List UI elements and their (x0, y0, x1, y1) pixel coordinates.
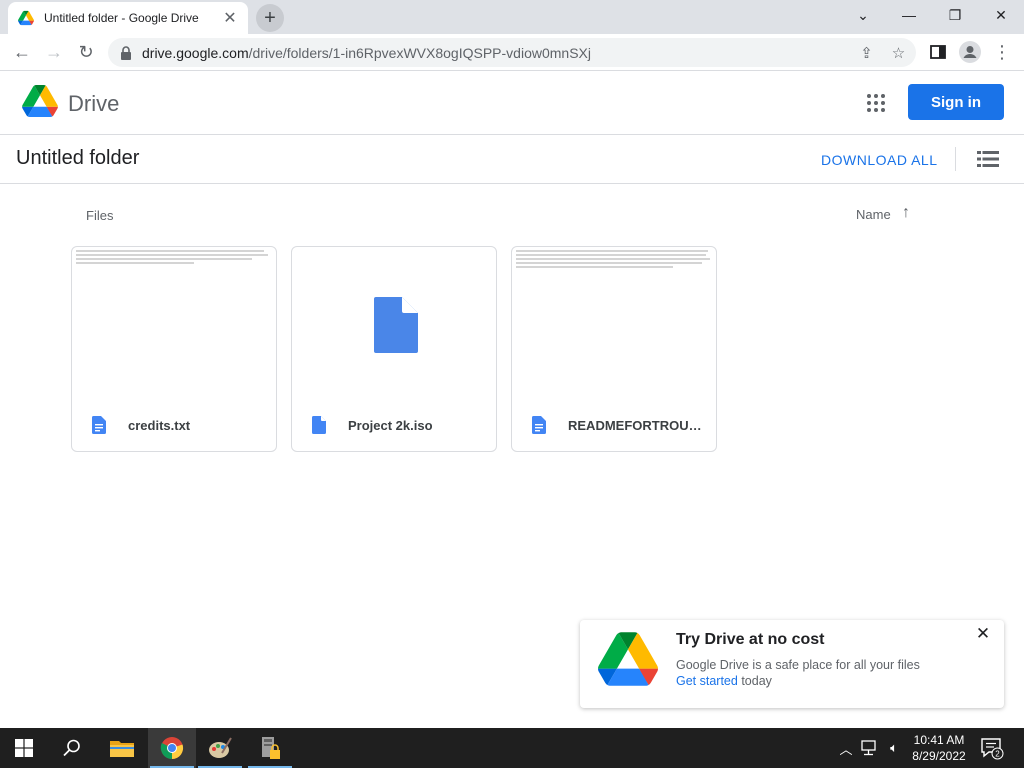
paint-palette-icon (209, 737, 232, 758)
promo-close-icon[interactable]: ✕ (974, 624, 992, 643)
clock-time: 10:41 AM (913, 733, 965, 747)
file-card[interactable]: READMEFORTROUBL... (511, 246, 717, 452)
new-tab-button[interactable]: + (256, 4, 284, 32)
divider (955, 147, 956, 171)
file-name: Project 2k.iso (348, 417, 433, 433)
tab-search-chevron-icon[interactable]: ⌄ (840, 0, 886, 30)
tab-title: Untitled folder - Google Drive (44, 11, 199, 25)
file-card-footer: credits.txt (72, 399, 276, 451)
file-name: READMEFORTROUBL... (568, 417, 704, 433)
text-preview (516, 250, 712, 270)
network-icon[interactable] (860, 738, 880, 758)
doc-icon (532, 416, 546, 434)
promo-cta-line: Get started today (676, 674, 772, 688)
drive-favicon-icon (18, 10, 34, 26)
get-started-link[interactable]: Get started (676, 674, 738, 688)
search-button[interactable] (48, 728, 96, 768)
file-card-footer: READMEFORTROUBL... (512, 399, 716, 451)
side-panel-icon[interactable] (924, 38, 952, 66)
folder-icon (110, 741, 134, 757)
files-section-label: Files (86, 208, 114, 223)
file-icon (312, 416, 326, 434)
drive-logo-icon (598, 632, 658, 686)
share-icon[interactable]: ⇪ (852, 38, 881, 67)
installer-icon (262, 737, 280, 759)
chrome-icon (160, 737, 184, 760)
drive-product-name[interactable]: Drive (68, 91, 119, 117)
reload-icon[interactable]: ↻ (72, 38, 100, 66)
lock-icon (121, 45, 131, 60)
tab-close-icon[interactable]: ✕ (222, 10, 238, 27)
promo-description: Google Drive is a safe place for all you… (676, 658, 920, 672)
paint-taskbar-button[interactable] (196, 728, 244, 768)
windows-logo-icon (15, 739, 33, 757)
file-thumbnail (512, 247, 716, 399)
drive-logo-icon[interactable] (22, 85, 58, 117)
generic-file-icon (374, 297, 418, 353)
close-window-button[interactable]: ✕ (978, 0, 1024, 30)
folder-title: Untitled folder (16, 147, 140, 169)
file-thumbnail (72, 247, 276, 399)
file-thumbnail (292, 247, 496, 399)
url-text: drive.google.com/drive/folders/1-in6Rpve… (142, 44, 591, 61)
browser-toolbar: ← → ↻ drive.google.com/drive/folders/1-i… (0, 34, 1024, 71)
system-clock[interactable]: 10:41 AM 8/29/2022 (904, 732, 974, 764)
browser-tab[interactable]: Untitled folder - Google Drive ✕ (8, 2, 248, 34)
list-view-icon[interactable] (977, 149, 999, 169)
show-hidden-icons-chevron-icon[interactable]: ︿ (836, 738, 856, 758)
file-card[interactable]: credits.txt (71, 246, 277, 452)
profile-avatar-icon[interactable] (956, 38, 984, 66)
file-name: credits.txt (128, 417, 191, 433)
forward-arrow-icon[interactable]: → (40, 38, 68, 66)
windows-taskbar: ︿ 🔈︎ 10:41 AM 8/29/2022 2 (0, 728, 1024, 768)
file-explorer-button[interactable] (98, 728, 146, 768)
restore-button[interactable]: ❐ (932, 0, 978, 30)
sort-by-name-button[interactable]: Name (856, 207, 891, 222)
search-icon (63, 739, 80, 757)
sign-in-button[interactable]: Sign in (908, 84, 1004, 120)
volume-icon[interactable]: 🔈︎ (884, 738, 904, 758)
doc-icon (92, 416, 106, 434)
address-bar[interactable]: drive.google.com/drive/folders/1-in6Rpve… (108, 38, 916, 67)
promo-title: Try Drive at no cost (676, 631, 825, 648)
text-preview (76, 250, 272, 266)
notification-center-icon[interactable]: 2 (980, 736, 1004, 760)
minimize-button[interactable]: — (886, 0, 932, 30)
clock-date: 8/29/2022 (912, 749, 966, 763)
file-card-footer: Project 2k.iso (292, 399, 496, 451)
installer-taskbar-button[interactable] (246, 728, 294, 768)
google-apps-grid-icon[interactable] (864, 91, 888, 115)
kebab-menu-icon[interactable]: ⋮ (988, 38, 1016, 66)
notification-count: 2 (995, 750, 1000, 759)
drive-header: Drive Sign in (0, 71, 1024, 135)
try-drive-promo: Try Drive at no cost Google Drive is a s… (580, 620, 1004, 708)
back-arrow-icon[interactable]: ← (8, 38, 36, 66)
sort-ascending-arrow-icon[interactable]: ↑ (902, 205, 918, 221)
folder-bar: Untitled folder DOWNLOAD ALL (0, 135, 1024, 184)
start-button[interactable] (0, 728, 48, 768)
chrome-taskbar-button[interactable] (148, 728, 196, 768)
bookmark-star-icon[interactable]: ☆ (884, 38, 913, 67)
browser-tab-strip: Untitled folder - Google Drive ✕ + ⌄ — ❐… (0, 0, 1024, 34)
download-all-button[interactable]: DOWNLOAD ALL (821, 152, 937, 168)
file-card[interactable]: Project 2k.iso (291, 246, 497, 452)
